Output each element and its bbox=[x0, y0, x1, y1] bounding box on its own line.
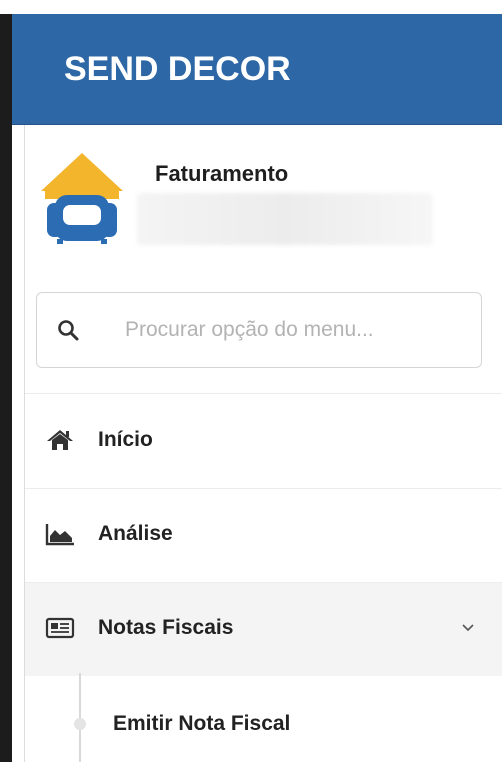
sidebar: Faturamento Início bbox=[24, 125, 502, 762]
sofa-house-logo bbox=[41, 153, 123, 244]
home-icon bbox=[47, 430, 73, 450]
profile-subtitle-blurred bbox=[137, 193, 433, 245]
submenu-item-label: Emitir Nota Fiscal bbox=[113, 712, 291, 735]
profile-name: Faturamento bbox=[155, 161, 289, 186]
brand-title[interactable]: SEND DECOR bbox=[64, 50, 291, 89]
submenu-item-emitir-nota-fiscal[interactable]: Emitir Nota Fiscal bbox=[25, 685, 502, 762]
app-frame: SEND DECOR Faturamento Procurar opção do… bbox=[0, 0, 502, 762]
app-header: SEND DECOR bbox=[12, 14, 502, 125]
chevron-down-icon[interactable] bbox=[461, 623, 475, 633]
menu-item-analise[interactable]: Análise bbox=[25, 489, 502, 582]
divider bbox=[25, 393, 502, 394]
menu-item-inicio[interactable]: Início bbox=[25, 395, 502, 488]
menu-item-notas-fiscais[interactable]: Notas Fiscais bbox=[25, 583, 502, 676]
menu-item-label: Análise bbox=[98, 522, 173, 545]
search-box[interactable] bbox=[36, 292, 482, 368]
window-top-edge bbox=[0, 0, 502, 14]
search-input[interactable] bbox=[125, 311, 465, 349]
newspaper-icon bbox=[45, 617, 75, 639]
menu-item-label: Início bbox=[98, 428, 153, 451]
window-left-edge bbox=[0, 14, 12, 762]
search-icon bbox=[58, 320, 79, 341]
menu-item-label: Notas Fiscais bbox=[98, 616, 234, 639]
area-chart-icon bbox=[45, 524, 74, 546]
sidebar-gutter bbox=[12, 125, 24, 762]
